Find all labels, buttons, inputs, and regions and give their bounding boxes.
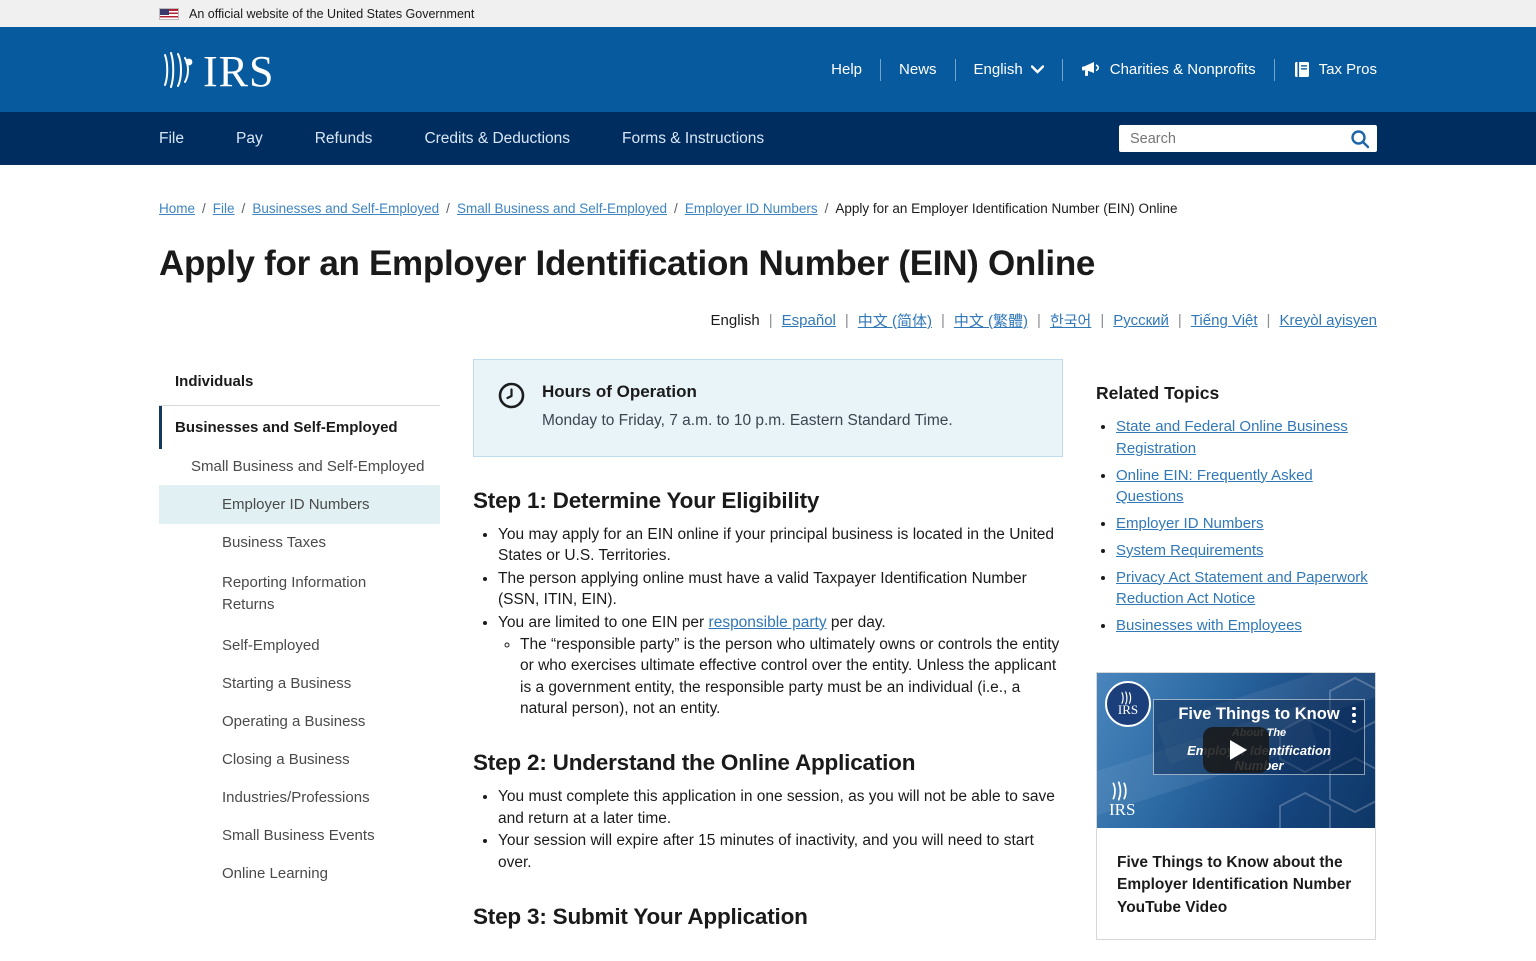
responsible-party-link[interactable]: responsible party bbox=[709, 614, 827, 631]
language-row: English | Español | 中文 (简体) | 中文 (繁體) | … bbox=[159, 310, 1377, 331]
divider bbox=[1274, 59, 1275, 81]
hours-title: Hours of Operation bbox=[542, 382, 953, 402]
sidebar-item-starting-a-business[interactable]: Starting a Business bbox=[159, 665, 440, 703]
sidebar: Individuals Businesses and Self-Employed… bbox=[159, 359, 440, 940]
divider bbox=[1062, 59, 1063, 81]
main-nav: File Pay Refunds Credits & Deductions Fo… bbox=[0, 112, 1536, 165]
sidebar-item-small-business-events[interactable]: Small Business Events bbox=[159, 817, 440, 855]
step2-list: You must complete this application in on… bbox=[473, 786, 1063, 873]
divider bbox=[955, 59, 956, 81]
sidebar-item-employer-id-numbers[interactable]: Employer ID Numbers bbox=[159, 485, 440, 524]
related-link-businesses-with-employees[interactable]: Businesses with Employees bbox=[1116, 617, 1302, 634]
clock-icon bbox=[498, 382, 525, 430]
language-selector[interactable]: English bbox=[974, 61, 1044, 78]
sidebar-item-businesses[interactable]: Businesses and Self-Employed bbox=[159, 406, 440, 449]
related-link-employer-id-numbers[interactable]: Employer ID Numbers bbox=[1116, 515, 1264, 532]
header-link-taxpros[interactable]: Tax Pros bbox=[1293, 61, 1377, 78]
language-link-haitian[interactable]: Kreyòl ayisyen bbox=[1279, 312, 1377, 329]
irs-wordmark: IRS bbox=[203, 53, 274, 90]
page-title: Apply for an Employer Identification Num… bbox=[159, 244, 1377, 284]
step1-list: You may apply for an EIN online if your … bbox=[473, 524, 1063, 719]
nav-item-pay[interactable]: Pay bbox=[236, 130, 263, 148]
sidebar-item-business-taxes[interactable]: Business Taxes bbox=[159, 524, 440, 562]
megaphone-icon bbox=[1081, 61, 1102, 78]
gov-banner: An official website of the United States… bbox=[0, 0, 1536, 27]
hours-text: Monday to Friday, 7 a.m. to 10 p.m. East… bbox=[542, 412, 953, 430]
step3-heading: Step 3: Submit Your Application bbox=[473, 904, 1063, 930]
step1-sub-bullet: The “responsible party” is the person wh… bbox=[520, 634, 1063, 720]
nav-item-forms-instructions[interactable]: Forms & Instructions bbox=[622, 130, 764, 148]
search-input[interactable] bbox=[1119, 125, 1377, 152]
breadcrumb-home[interactable]: Home bbox=[159, 201, 195, 216]
step1-bullet: You are limited to one EIN per responsib… bbox=[498, 612, 1063, 720]
video-caption: Five Things to Know about the Employer I… bbox=[1097, 828, 1375, 939]
step2-heading: Step 2: Understand the Online Applicatio… bbox=[473, 750, 1063, 776]
kebab-menu-icon[interactable] bbox=[1352, 707, 1356, 727]
irs-logo[interactable]: IRS bbox=[159, 49, 274, 91]
nav-item-refunds[interactable]: Refunds bbox=[315, 130, 373, 148]
sidebar-item-individuals[interactable]: Individuals bbox=[159, 359, 440, 406]
search-icon[interactable] bbox=[1349, 128, 1371, 150]
related-topics-heading: Related Topics bbox=[1096, 383, 1376, 404]
related-link-state-federal[interactable]: State and Federal Online Business Regist… bbox=[1116, 418, 1348, 457]
hours-of-operation-box: Hours of Operation Monday to Friday, 7 a… bbox=[473, 359, 1063, 457]
nav-item-credits-deductions[interactable]: Credits & Deductions bbox=[424, 130, 570, 148]
sidebar-item-small-business[interactable]: Small Business and Self-Employed bbox=[159, 449, 440, 485]
related-link-online-ein-faq[interactable]: Online EIN: Frequently Asked Questions bbox=[1116, 467, 1313, 506]
breadcrumb-ein[interactable]: Employer ID Numbers bbox=[685, 201, 818, 216]
breadcrumb-file[interactable]: File bbox=[213, 201, 235, 216]
step1-bullet: The person applying online must have a v… bbox=[498, 568, 1063, 611]
language-link-korean[interactable]: 한국어 bbox=[1050, 310, 1091, 331]
step2-bullet: Your session will expire after 15 minute… bbox=[498, 830, 1063, 873]
video-thumb-title: Five Things to Know bbox=[1164, 705, 1354, 724]
step1-heading: Step 1: Determine Your Eligibility bbox=[473, 488, 1063, 514]
sidebar-item-self-employed[interactable]: Self-Employed bbox=[159, 627, 440, 665]
step1-bullet: You may apply for an EIN online if your … bbox=[498, 524, 1063, 567]
header-link-help[interactable]: Help bbox=[831, 61, 862, 78]
sidebar-item-operating-a-business[interactable]: Operating a Business bbox=[159, 703, 440, 741]
irs-eagle-icon bbox=[159, 49, 199, 91]
us-flag-icon bbox=[159, 8, 179, 20]
breadcrumb-current: Apply for an Employer Identification Num… bbox=[835, 201, 1177, 216]
main-content: Hours of Operation Monday to Friday, 7 a… bbox=[473, 359, 1063, 940]
header-link-charities[interactable]: Charities & Nonprofits bbox=[1081, 61, 1256, 78]
related-link-system-requirements[interactable]: System Requirements bbox=[1116, 542, 1264, 559]
language-link-russian[interactable]: Русский bbox=[1113, 312, 1169, 329]
irs-logo-small: IRS bbox=[1109, 781, 1135, 818]
breadcrumb: Home/File/Businesses and Self-Employed/S… bbox=[159, 201, 1377, 216]
nav-item-file[interactable]: File bbox=[159, 130, 184, 148]
sidebar-item-online-learning[interactable]: Online Learning bbox=[159, 855, 440, 893]
breadcrumb-small-business[interactable]: Small Business and Self-Employed bbox=[457, 201, 667, 216]
gov-banner-text: An official website of the United States… bbox=[189, 7, 474, 21]
divider bbox=[880, 59, 881, 81]
video-thumbnail[interactable]: Five Things to Know About The Employer I… bbox=[1097, 673, 1375, 828]
sidebar-item-reporting-information-returns[interactable]: Reporting Information Returns bbox=[159, 562, 440, 627]
language-link-chinese-traditional[interactable]: 中文 (繁體) bbox=[954, 310, 1028, 331]
irs-circle-logo: IRS bbox=[1105, 681, 1151, 727]
language-link-chinese-simplified[interactable]: 中文 (简体) bbox=[858, 310, 932, 331]
step2-bullet: You must complete this application in on… bbox=[498, 786, 1063, 829]
play-button-icon[interactable] bbox=[1203, 727, 1269, 773]
language-link-espanol[interactable]: Español bbox=[782, 312, 836, 329]
sidebar-item-industries-professions[interactable]: Industries/Professions bbox=[159, 779, 440, 817]
related-topics-panel: Related Topics State and Federal Online … bbox=[1096, 359, 1376, 940]
language-current: English bbox=[711, 312, 760, 329]
sidebar-item-closing-a-business[interactable]: Closing a Business bbox=[159, 741, 440, 779]
language-link-vietnamese[interactable]: Tiếng Việt bbox=[1191, 312, 1258, 329]
breadcrumb-businesses[interactable]: Businesses and Self-Employed bbox=[252, 201, 439, 216]
site-header: IRS Help News English bbox=[0, 27, 1536, 112]
book-icon bbox=[1293, 61, 1311, 78]
related-link-privacy-act[interactable]: Privacy Act Statement and Paperwork Redu… bbox=[1116, 569, 1368, 608]
video-card: Five Things to Know About The Employer I… bbox=[1096, 672, 1376, 940]
header-link-news[interactable]: News bbox=[899, 61, 937, 78]
chevron-down-icon bbox=[1031, 65, 1044, 74]
